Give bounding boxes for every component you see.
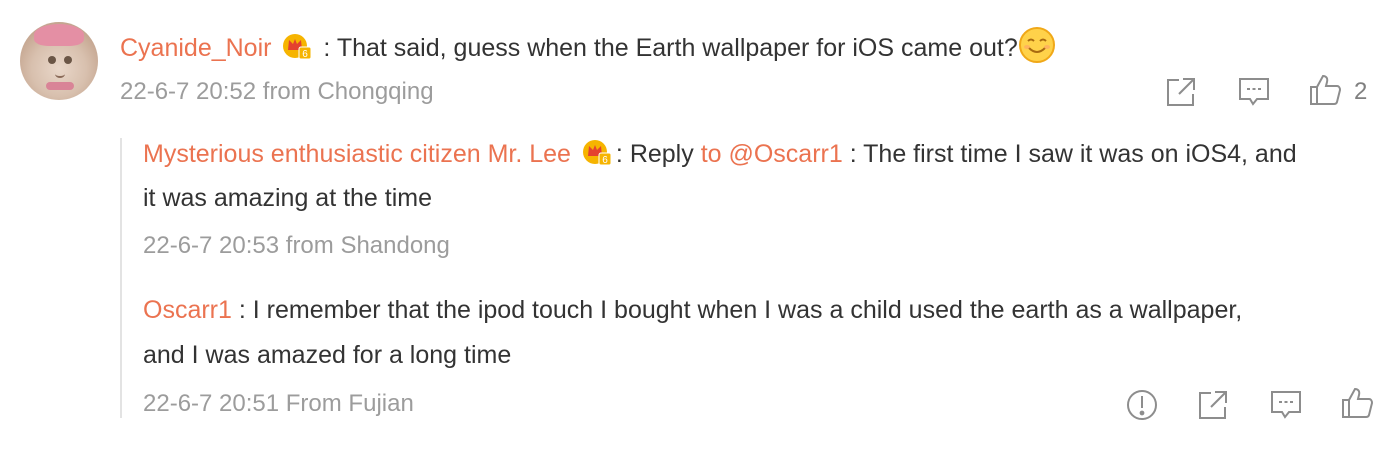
- comment-icon[interactable]: [1236, 74, 1272, 110]
- reply-1-meta: 22-6-7 20:53 from Shandong: [143, 232, 450, 259]
- avatar[interactable]: [20, 22, 98, 100]
- reply-1-username[interactable]: Mysterious enthusiastic citizen Mr. Lee: [143, 140, 571, 168]
- reply-2-line1: Oscarr1 : I remember that the ipod touch…: [143, 293, 1242, 327]
- reply-1-reply-word: : Reply: [615, 140, 701, 168]
- reply-thread-divider: [120, 138, 122, 418]
- reply-2-meta: 22-6-7 20:51 From Fujian: [143, 390, 414, 417]
- share-icon[interactable]: [1195, 387, 1231, 423]
- svg-text:6: 6: [303, 49, 309, 60]
- comment-separator: :: [316, 34, 337, 62]
- comment-meta: 22-6-7 20:52 from Chongqing: [120, 78, 434, 105]
- avatar-eye-right: [64, 56, 72, 64]
- avatar-hat: [34, 24, 84, 46]
- reply-1-line2: it was amazing at the time: [143, 184, 433, 212]
- smile-emoji-icon: [1018, 26, 1056, 64]
- like-icon[interactable]: [1339, 385, 1375, 421]
- comment-line: Cyanide_Noir 6 : That said, guess when t…: [120, 26, 1056, 65]
- reply-1-line1: Mysterious enthusiastic citizen Mr. Lee …: [143, 137, 1297, 171]
- reply-2-text: : I remember that the ipod touch I bough…: [231, 296, 1243, 324]
- reply-2-line2: and I was amazed for a long time: [143, 341, 512, 369]
- avatar-mouth: [55, 70, 65, 78]
- share-icon[interactable]: [1163, 74, 1199, 110]
- svg-text:6: 6: [602, 155, 608, 166]
- comment-text: That said, guess when the Earth wallpape…: [336, 34, 1018, 62]
- reply-1-mention-link[interactable]: to @Oscarr1: [701, 140, 843, 168]
- vip-crown-icon: 6: [582, 138, 612, 166]
- reply-1-text: : The first time I saw it was on iOS4, a…: [842, 140, 1297, 168]
- comment-icon[interactable]: [1268, 387, 1304, 423]
- comment-username[interactable]: Cyanide_Noir: [120, 34, 271, 62]
- reply-2-username[interactable]: Oscarr1: [143, 296, 232, 324]
- like-icon[interactable]: [1307, 72, 1343, 108]
- like-count: 2: [1354, 78, 1368, 105]
- report-icon[interactable]: [1124, 387, 1160, 423]
- avatar-eye-left: [48, 56, 56, 64]
- vip-crown-icon: 6: [282, 32, 312, 60]
- avatar-collar: [46, 82, 74, 90]
